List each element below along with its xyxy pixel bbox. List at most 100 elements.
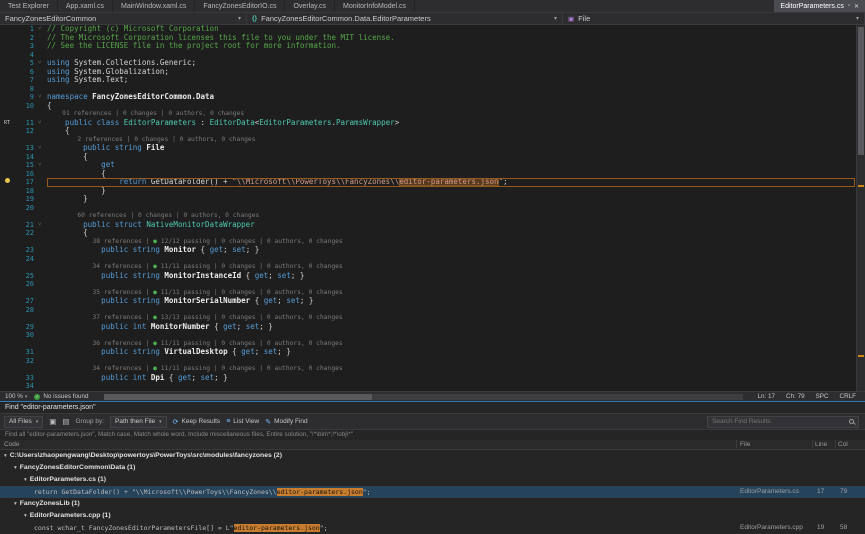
search-input[interactable]: [712, 418, 849, 425]
chevron-expanded-icon[interactable]: ▾: [24, 513, 27, 519]
glyph-margin[interactable]: [0, 93, 14, 102]
code-line[interactable]: 27 public string MonitorSerialNumber { g…: [0, 297, 865, 306]
chevron-expanded-icon[interactable]: ▾: [14, 465, 17, 471]
document-tab[interactable]: FancyZonesEditorIO.cs: [195, 0, 285, 12]
line-ending[interactable]: CRLF: [840, 393, 856, 400]
glyph-margin[interactable]: [0, 246, 14, 255]
zoom-control[interactable]: 100 % ▾: [5, 393, 27, 400]
document-tab[interactable]: Overlay.cs: [285, 0, 335, 12]
glyph-margin[interactable]: [0, 68, 14, 77]
code-line[interactable]: 25 public string MonitorInstanceId { get…: [0, 272, 865, 281]
keep-results-toggle[interactable]: ⟳ Keep Results: [173, 418, 221, 426]
find-result-row[interactable]: const wchar_t FancyZonesEditorParameters…: [0, 522, 865, 534]
code-line[interactable]: 17 return GetDataFolder() + "\\Microsoft…: [0, 178, 865, 187]
pin-icon[interactable]: ▫: [848, 3, 850, 9]
glyph-margin[interactable]: [0, 229, 14, 238]
glyph-margin[interactable]: [0, 144, 14, 153]
code-line[interactable]: 6using System.Globalization;: [0, 68, 865, 77]
modify-find-button[interactable]: ✎ Modify Find: [265, 418, 307, 426]
glyph-margin[interactable]: [0, 136, 14, 145]
glyph-margin[interactable]: [0, 187, 14, 196]
lightbulb-icon[interactable]: [5, 178, 10, 183]
glyph-margin[interactable]: RT: [0, 119, 14, 128]
glyph-margin[interactable]: [0, 42, 14, 51]
group-by-dropdown[interactable]: Path then File ▾: [110, 416, 167, 428]
glyph-margin[interactable]: [0, 51, 14, 60]
document-tab[interactable]: App.xaml.cs: [58, 0, 113, 12]
vertical-scrollbar[interactable]: [856, 25, 865, 391]
codelens-row[interactable]: 2 references | 0 changes | 0 authors, 0 …: [0, 136, 865, 145]
glyph-margin[interactable]: [0, 255, 14, 264]
active-document-tab[interactable]: EditorParameters.cs ▫ ✕: [774, 0, 865, 12]
code-line[interactable]: 15˅ get: [0, 161, 865, 170]
glyph-margin[interactable]: [0, 331, 14, 340]
glyph-margin[interactable]: [0, 323, 14, 332]
glyph-margin[interactable]: [0, 263, 14, 272]
codelens-row[interactable]: 35 references | ● 11/11 passing | 0 chan…: [0, 289, 865, 298]
horizontal-scrollbar[interactable]: [104, 394, 743, 400]
code-line[interactable]: 2// The Microsoft Corporation licenses t…: [0, 34, 865, 43]
code-line[interactable]: 7using System.Text;: [0, 76, 865, 85]
code-line[interactable]: 23 public string Monitor { get; set; }: [0, 246, 865, 255]
code-line[interactable]: 28: [0, 306, 865, 315]
find-group-row[interactable]: ▾FancyZonesLib (1): [0, 498, 865, 510]
document-tab[interactable]: MainWindow.xaml.cs: [113, 0, 195, 12]
glyph-margin[interactable]: [0, 34, 14, 43]
code-line[interactable]: 26: [0, 280, 865, 289]
codelens-row[interactable]: 37 references | ● 13/13 passing | 0 chan…: [0, 314, 865, 323]
select-all-icon[interactable]: ▤: [62, 417, 69, 426]
member-dropdown[interactable]: ▣ File ▾: [563, 13, 865, 24]
glyph-margin[interactable]: [0, 306, 14, 315]
glyph-margin[interactable]: [0, 76, 14, 85]
glyph-margin[interactable]: [0, 374, 14, 383]
glyph-margin[interactable]: [0, 127, 14, 136]
codelens-row[interactable]: 60 references | 0 changes | 0 authors, 0…: [0, 212, 865, 221]
fold-marker-icon[interactable]: ˅: [38, 221, 47, 230]
glyph-margin[interactable]: [0, 221, 14, 230]
code-line[interactable]: 1˅// Copyright (c) Microsoft Corporation: [0, 25, 865, 34]
code-line[interactable]: 24: [0, 255, 865, 264]
chevron-expanded-icon[interactable]: ▾: [4, 453, 7, 459]
codelens-row[interactable]: 34 references | ● 11/11 passing | 0 chan…: [0, 365, 865, 374]
chevron-expanded-icon[interactable]: ▾: [24, 477, 27, 483]
column-file[interactable]: File: [740, 440, 750, 449]
code-line[interactable]: 20: [0, 204, 865, 213]
copy-results-icon[interactable]: ▣: [49, 417, 56, 426]
glyph-margin[interactable]: [0, 161, 14, 170]
code-line[interactable]: 8: [0, 85, 865, 94]
list-view-toggle[interactable]: ≡ List View: [226, 418, 259, 425]
scrollbar-thumb[interactable]: [104, 394, 372, 400]
document-tab[interactable]: Test Explorer: [0, 0, 58, 12]
glyph-margin[interactable]: [0, 280, 14, 289]
code-line[interactable]: 5˅using System.Collections.Generic;: [0, 59, 865, 68]
find-group-row[interactable]: ▾C:\Users\zhaopengwang\Desktop\powertoys…: [0, 450, 865, 462]
code-line[interactable]: 13˅ public string File: [0, 144, 865, 153]
glyph-margin[interactable]: [0, 25, 14, 34]
code-line[interactable]: 32: [0, 357, 865, 366]
scrollbar-thumb[interactable]: [858, 27, 864, 155]
codelens-row[interactable]: 36 references | ● 11/11 passing | 0 chan…: [0, 340, 865, 349]
line-position[interactable]: Ln: 17: [758, 393, 776, 400]
fold-marker-icon[interactable]: ˅: [38, 161, 47, 170]
search-find-results-box[interactable]: [707, 416, 859, 428]
fold-marker-icon[interactable]: ˅: [38, 59, 47, 68]
code-line[interactable]: 12 {: [0, 127, 865, 136]
glyph-margin[interactable]: [0, 297, 14, 306]
codelens-row[interactable]: 34 references | ● 11/11 passing | 0 chan…: [0, 263, 865, 272]
glyph-margin[interactable]: [0, 289, 14, 298]
char-position[interactable]: Ch: 79: [786, 393, 805, 400]
glyph-margin[interactable]: [0, 382, 14, 391]
find-group-row[interactable]: ▾EditorParameters.cpp (1): [0, 510, 865, 522]
code-line[interactable]: 16 {: [0, 170, 865, 179]
code-line[interactable]: 19 }: [0, 195, 865, 204]
type-dropdown[interactable]: {} FancyZonesEditorCommon.Data.EditorPar…: [247, 13, 563, 24]
code-line[interactable]: 33 public int Dpi { get; set; }: [0, 374, 865, 383]
glyph-margin[interactable]: [0, 170, 14, 179]
fold-marker-icon[interactable]: ˅: [38, 93, 47, 102]
glyph-margin[interactable]: [0, 340, 14, 349]
chevron-expanded-icon[interactable]: ▾: [14, 501, 17, 507]
document-tab[interactable]: MonitorInfoModel.cs: [335, 0, 415, 12]
glyph-margin[interactable]: [0, 153, 14, 162]
glyph-margin[interactable]: [0, 238, 14, 247]
code-editor[interactable]: 1˅// Copyright (c) Microsoft Corporation…: [0, 25, 865, 391]
